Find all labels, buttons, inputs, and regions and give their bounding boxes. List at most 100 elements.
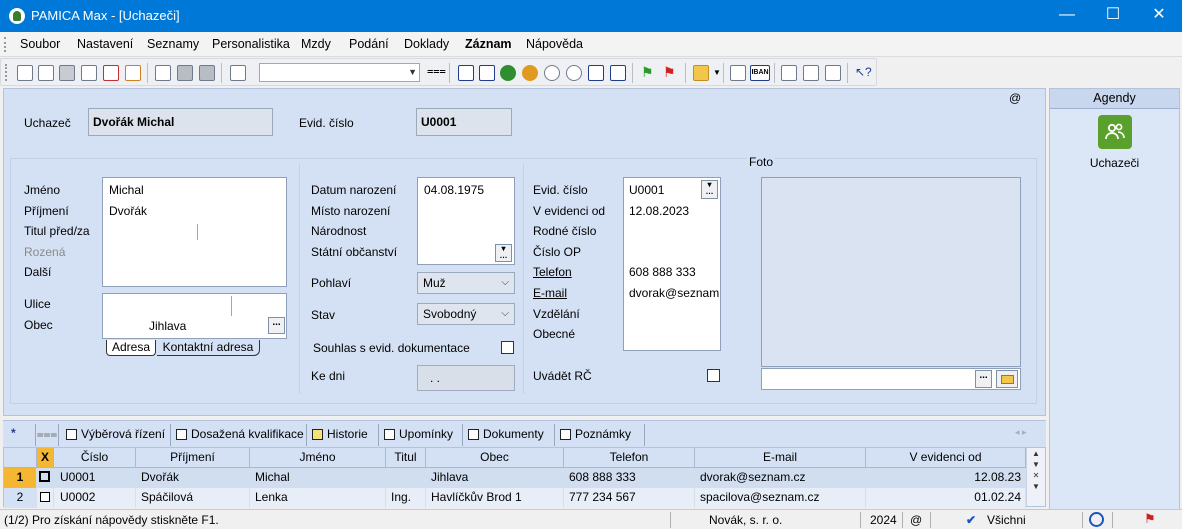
agendy-item-uchazeci[interactable]: Uchazeči (1050, 156, 1179, 170)
birth-fields[interactable]: 04.08.1975 ▾… (417, 177, 515, 265)
tab-dokumenty[interactable]: Dokumenty (463, 424, 555, 446)
clock-icon[interactable] (544, 65, 560, 81)
help-pointer-icon[interactable]: ↖? (855, 65, 872, 81)
column-header-jmeno[interactable]: Jméno (250, 448, 386, 468)
status-filter[interactable]: Všichni (987, 513, 1026, 527)
tab-new-star[interactable]: * (11, 426, 16, 440)
window-icon[interactable] (781, 65, 797, 81)
column-header-obec[interactable]: Obec (426, 448, 564, 468)
pdf-icon[interactable] (103, 65, 119, 81)
tab-vyberova-rizeni[interactable]: Výběrová řízení (61, 424, 171, 446)
cell-v-evidenci-od[interactable]: 12.08.23 (866, 468, 1026, 488)
column-header-cislo[interactable]: Číslo (54, 448, 136, 468)
souhlas-checkbox[interactable] (501, 341, 514, 354)
window-list-icon[interactable] (825, 65, 841, 81)
folder-dropdown-icon[interactable]: ▼ (713, 68, 721, 77)
tab-dosazena-kvalifikace[interactable]: Dosažená kvalifikace (171, 424, 307, 446)
tab-historie[interactable]: Historie (307, 424, 379, 446)
cell-v-evidenci-od[interactable]: 01.02.24 (866, 488, 1026, 508)
menu-podani[interactable]: Podání (349, 37, 389, 51)
close-button[interactable]: ✕ (1136, 0, 1182, 32)
right-fields[interactable]: U0001 ▾… 12.08.2023 608 888 333 dvorak@s… (623, 177, 721, 351)
column-header-v-evidenci-od[interactable]: V evidenci od (866, 448, 1026, 468)
cell-titul[interactable] (386, 468, 426, 488)
menu-mzdy[interactable]: Mzdy (301, 37, 331, 51)
column-header-telefon[interactable]: Telefon (564, 448, 695, 468)
menu-personalistika[interactable]: Personalistika (212, 37, 290, 51)
tab-adresa[interactable]: Adresa (106, 340, 156, 356)
menu-zaznam[interactable]: Záznam (465, 37, 512, 51)
m-list-icon[interactable] (588, 65, 604, 81)
column-header-prijmeni[interactable]: Příjmení (136, 448, 250, 468)
green-flag-icon[interactable]: ⚑ (641, 65, 657, 81)
foto-path-field[interactable]: ... (761, 368, 1021, 390)
new-record-icon[interactable] (155, 65, 171, 81)
cell-telefon[interactable]: 777 234 567 (564, 488, 695, 508)
cell-email[interactable]: spacilova@seznam.cz (695, 488, 866, 508)
pohlavi-select[interactable]: Muž ⌵ (417, 272, 515, 294)
person-orange-icon[interactable] (522, 65, 538, 81)
ke-dni-field[interactable]: . . (417, 365, 515, 391)
menu-napoveda[interactable]: Nápověda (526, 37, 583, 51)
cell-cislo[interactable]: U0001 (54, 468, 136, 488)
copy-multiple-icon[interactable] (38, 65, 54, 81)
menu-soubor[interactable]: Soubor (20, 37, 60, 51)
m-icon[interactable] (458, 65, 474, 81)
menu-nastaveni[interactable]: Nastavení (77, 37, 133, 51)
tab-filter-icon[interactable]: ⩶ (35, 424, 59, 446)
form-icon[interactable] (803, 65, 819, 81)
report-icon[interactable] (479, 65, 495, 81)
obec-lookup-button[interactable]: ... (268, 317, 285, 334)
cell-obec[interactable]: Jihlava (426, 468, 564, 488)
tab-upominky[interactable]: Upomínky (379, 424, 463, 446)
personal-fields[interactable]: Michal Dvořák (102, 177, 287, 287)
cell-obec[interactable]: Havlíčkův Brod 1 (426, 488, 564, 508)
check-circle-icon[interactable] (1089, 512, 1104, 527)
cell-telefon[interactable]: 608 888 333 (564, 468, 695, 488)
cell-titul[interactable]: Ing. (386, 488, 426, 508)
tab-scroll-arrows[interactable]: ◂ ▸ (1015, 427, 1027, 438)
cell-jmeno[interactable]: Michal (250, 468, 386, 488)
print-preview-icon[interactable] (81, 65, 97, 81)
table-scrollbar[interactable]: ▲ ▼ ✕ ▼ (1026, 448, 1045, 506)
maximize-button[interactable]: ☐ (1090, 0, 1136, 32)
minimize-button[interactable]: — (1044, 0, 1090, 32)
jmeno-value[interactable]: Michal (109, 183, 144, 197)
cell-prijmeni[interactable]: Spáčilová (136, 488, 250, 508)
menu-doklady[interactable]: Doklady (404, 37, 449, 51)
evid-lookup-button[interactable]: ▾… (701, 180, 718, 199)
export-icon[interactable] (125, 65, 141, 81)
column-header-titul[interactable]: Titul (386, 448, 426, 468)
cell-jmeno[interactable]: Lenka (250, 488, 386, 508)
tab-poznamky[interactable]: Poznámky (555, 424, 645, 446)
open-folder-icon[interactable] (996, 370, 1018, 388)
save-icon[interactable] (177, 65, 193, 81)
iban-icon[interactable]: IBAN (750, 65, 770, 81)
calculator-icon[interactable] (730, 65, 746, 81)
column-header-x[interactable]: X (37, 448, 54, 468)
telefon-value[interactable]: 608 888 333 (629, 265, 696, 279)
cell-cislo[interactable]: U0002 (54, 488, 136, 508)
telefon-link[interactable]: Telefon (533, 265, 572, 279)
red-flag-icon[interactable]: ⚑ (663, 65, 679, 81)
red-flag-icon[interactable]: ⚑ (1144, 511, 1156, 527)
status-year[interactable]: 2024 (870, 513, 897, 527)
row-select-checkbox[interactable] (37, 488, 54, 508)
filter-icon[interactable]: ⩶ (427, 65, 446, 81)
right-evid-value[interactable]: U0001 (629, 183, 664, 197)
delete-icon[interactable] (199, 65, 215, 81)
candidates-icon[interactable] (1098, 115, 1132, 149)
person-green-icon[interactable] (500, 65, 516, 81)
toolbar-combo[interactable]: ▼ (259, 63, 420, 82)
column-header-email[interactable]: E-mail (695, 448, 866, 468)
add-item-icon[interactable] (610, 65, 626, 81)
copy-icon[interactable] (17, 65, 33, 81)
folder-icon[interactable] (693, 65, 709, 81)
cell-prijmeni[interactable]: Dvořák (136, 468, 250, 488)
print-icon[interactable] (59, 65, 75, 81)
address-fields[interactable]: Jihlava ... (102, 293, 287, 339)
obcanstvi-lookup-button[interactable]: ▾… (495, 244, 512, 262)
cell-email[interactable]: dvorak@seznam.cz (695, 468, 866, 488)
duplicate-icon[interactable] (230, 65, 246, 81)
menu-seznamy[interactable]: Seznamy (147, 37, 199, 51)
